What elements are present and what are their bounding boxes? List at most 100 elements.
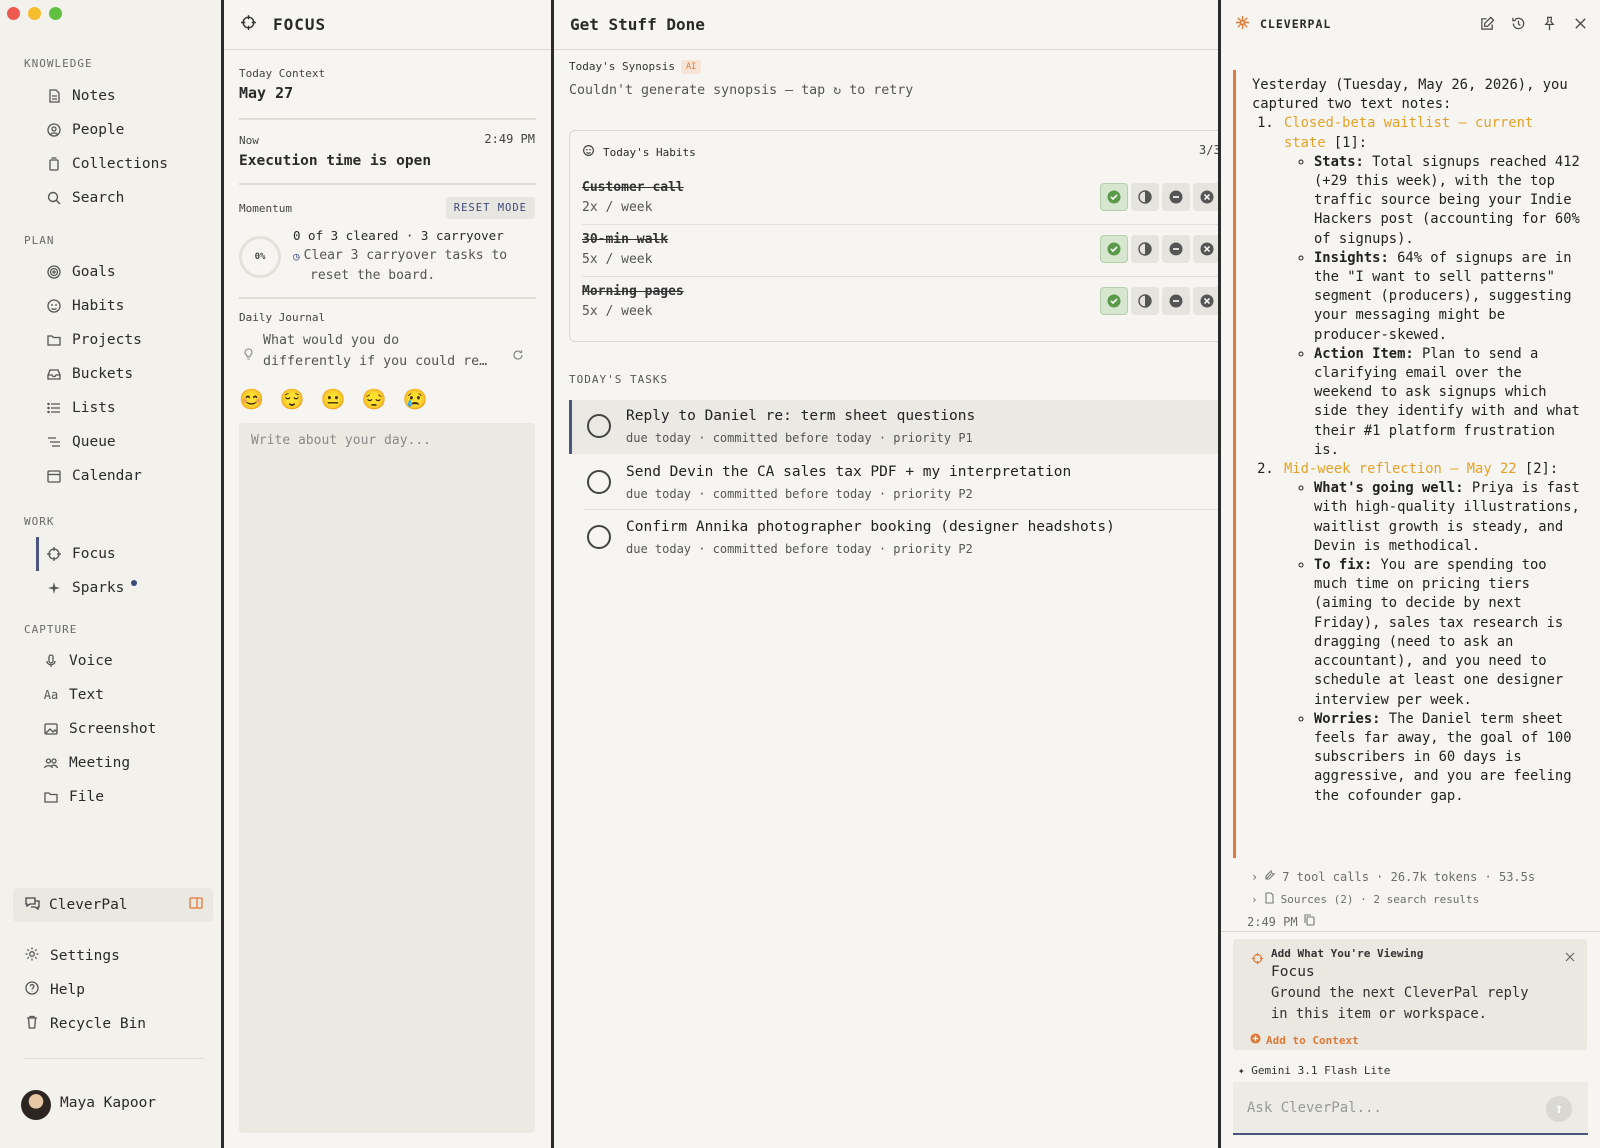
queue-icon [46,434,62,450]
model-selector[interactable]: ✦ Gemini 3.1 Flash Lite [1238,1064,1390,1077]
mood-picker: 😊 😌 😐 😔 😢 [239,387,428,411]
habit-skip-button[interactable] [1162,287,1190,315]
task-row[interactable]: Send Devin the CA sales tax PDF + my int… [569,456,1218,510]
copy-icon[interactable] [1304,914,1315,929]
sidebar-label: Search [72,190,125,206]
task-checkbox[interactable] [587,470,611,494]
task-row[interactable]: Reply to Daniel re: term sheet questions… [569,400,1218,454]
divider [239,297,536,299]
progress-ring: 0% [239,236,281,278]
section-knowledge: KNOWLEDGE [24,57,93,70]
sidebar-item-projects[interactable]: Projects [46,327,142,353]
context-card-title: Add What You're Viewing [1271,947,1424,960]
habit-done-button[interactable] [1100,183,1128,211]
target-icon [46,264,62,280]
sidebar-item-file[interactable]: File [43,784,104,810]
bullet-label: What's going well: [1314,480,1464,497]
note-link[interactable]: Closed-beta waitlist — current state [1284,115,1533,150]
habit-partial-button[interactable] [1131,235,1159,263]
maximize-window-button[interactable] [49,7,62,20]
habit-fail-button[interactable] [1193,235,1218,263]
habit-frequency: 5x / week [582,304,653,319]
task-row[interactable]: Confirm Annika photographer booking (des… [569,511,1218,565]
sidebar-item-collections[interactable]: Collections [46,151,168,177]
sidebar-item-text[interactable]: Aa Text [43,682,104,708]
assistant-message: Yesterday (Tuesday, May 26, 2026), you c… [1233,70,1591,858]
sidebar-item-sparks[interactable]: Sparks [46,575,124,601]
chat-icon [24,895,41,915]
habit-row: 30-min walk 5x / week [582,225,1218,277]
sidebar-item-search[interactable]: Search [46,185,124,211]
habit-skip-button[interactable] [1162,183,1190,211]
mood-option[interactable]: 😢 [403,387,428,411]
close-icon[interactable] [1573,16,1588,34]
chat-input[interactable] [1247,1096,1527,1120]
sidebar-item-voice[interactable]: Voice [43,648,113,674]
close-window-button[interactable] [7,7,20,20]
citation[interactable]: [2]: [1525,461,1558,477]
pin-icon[interactable] [1542,16,1557,34]
sidebar-item-buckets[interactable]: Buckets [46,361,133,387]
text-icon: Aa [43,688,59,702]
sidebar-item-meeting[interactable]: Meeting [43,750,130,776]
sidebar-label: Settings [50,948,120,964]
habit-done-button[interactable] [1100,287,1128,315]
sidebar-item-screenshot[interactable]: Screenshot [43,716,156,742]
new-chat-icon[interactable] [1480,16,1495,34]
task-checkbox[interactable] [587,525,611,549]
habit-partial-button[interactable] [1131,183,1159,211]
task-title: Reply to Daniel re: term sheet questions [626,408,976,424]
mood-option[interactable]: 😊 [239,387,264,411]
task-meta: due today · committed before today · pri… [626,487,973,501]
send-button[interactable]: ↑ [1546,1096,1572,1122]
habit-fail-button[interactable] [1193,183,1218,211]
sidebar-item-queue[interactable]: Queue [46,429,116,455]
avatar[interactable] [21,1090,51,1120]
sidebar-label: Goals [72,264,116,280]
tasks-label: TODAY'S TASKS [569,373,669,386]
sidebar-item-lists[interactable]: Lists [46,395,116,421]
habit-fail-button[interactable] [1193,287,1218,315]
synopsis-retry[interactable]: Couldn't generate synopsis — tap ↻ to re… [569,83,913,98]
arrow-up-icon: ↑ [1554,1101,1564,1117]
sidebar-label: File [69,789,104,805]
sidebar-item-cleverpal[interactable]: CleverPal [13,888,213,922]
journal-textarea[interactable]: Write about your day... [239,423,535,1133]
user-name[interactable]: Maya Kapoor [60,1095,156,1111]
sidebar-item-notes[interactable]: Notes [46,83,116,109]
sidebar-item-habits[interactable]: Habits [46,293,124,319]
refresh-icon[interactable] [512,346,524,365]
note-link[interactable]: Mid-week reflection — May 22 [1284,461,1517,477]
sidebar-item-focus[interactable]: Focus [46,541,116,567]
carryover-hint-text-2: reset the board. [310,268,436,283]
sidebar-item-goals[interactable]: Goals [46,259,116,285]
synopsis-label: Today's Synopsis AI [569,60,702,74]
bullet-list: What's going well: Priya is fast with hi… [1314,479,1583,805]
sidebar-item-calendar[interactable]: Calendar [46,463,142,489]
mood-option[interactable]: 😌 [280,387,305,411]
habit-partial-button[interactable] [1131,287,1159,315]
mood-option[interactable]: 😔 [362,387,387,411]
task-checkbox[interactable] [587,414,611,438]
people-icon [43,755,59,771]
minimize-window-button[interactable] [28,7,41,20]
add-to-context-button[interactable]: Add to Context [1250,1033,1359,1047]
sidebar-item-recycle-bin[interactable]: Recycle Bin [24,1014,146,1034]
sidebar-item-settings[interactable]: Settings [24,946,120,966]
mood-option[interactable]: 😐 [321,387,346,411]
sidebar-item-help[interactable]: Help [24,980,85,1000]
inbox-icon [46,366,62,382]
citation[interactable]: [1]: [1334,135,1367,151]
tool-calls-toggle[interactable]: › 7 tool calls · 26.7k tokens · 53.5s [1251,869,1535,884]
reset-mode-button[interactable]: RESET MODE [445,197,535,219]
journal-prompt-2: differently if you could re… [263,354,488,369]
habit-done-button[interactable] [1100,235,1128,263]
history-icon[interactable] [1511,16,1526,34]
sidebar-item-people[interactable]: People [46,117,124,143]
sources-toggle[interactable]: › Sources (2) · 2 search results [1251,892,1479,907]
panel-toggle-icon[interactable] [189,897,203,913]
divider [239,183,536,185]
habit-skip-button[interactable] [1162,235,1190,263]
close-icon[interactable] [1565,947,1575,966]
bullet-text: Plan to send a clarifying email over the… [1314,345,1580,458]
